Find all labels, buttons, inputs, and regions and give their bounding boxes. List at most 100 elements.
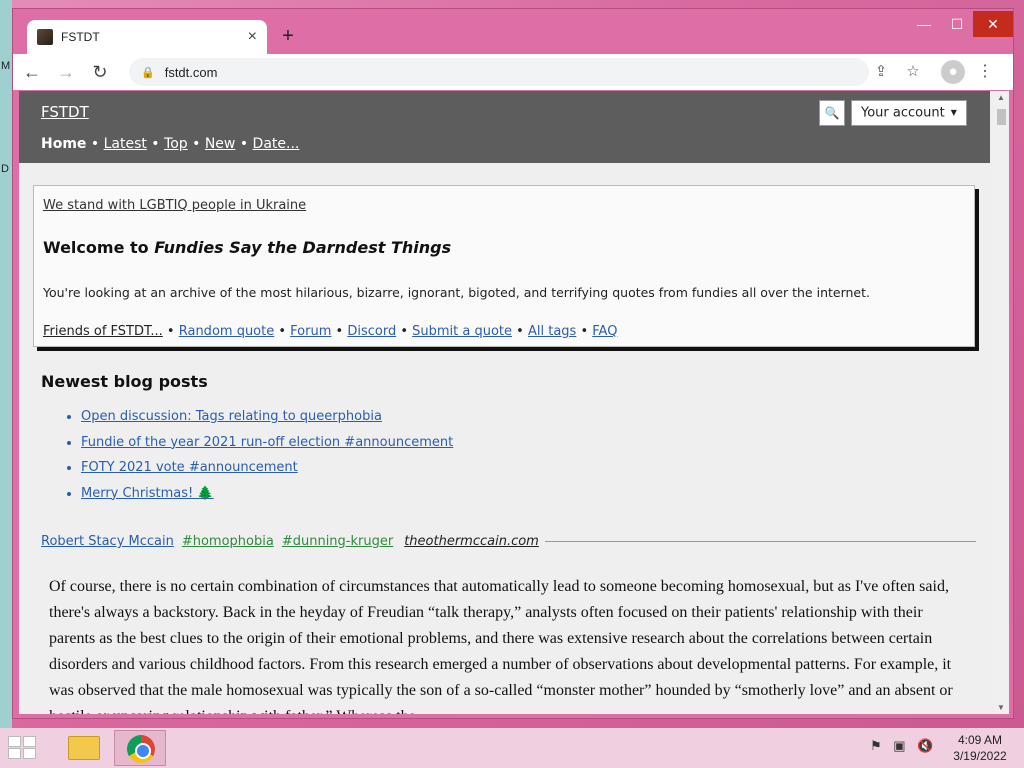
lock-icon[interactable]: 🔒 <box>141 66 155 79</box>
site-logo-link[interactable]: FSTDT <box>41 103 89 121</box>
welcome-title-site: Fundies Say the Darndest Things <box>154 238 452 257</box>
nav-separator: • <box>187 136 205 152</box>
quote-meta: Robert Stacy Mccain #homophobia #dunning… <box>41 534 976 549</box>
chrome-icon <box>127 735 155 763</box>
blog-post-link[interactable]: FOTY 2021 vote #announcement <box>81 460 298 475</box>
forward-button[interactable]: → <box>51 57 81 87</box>
nav-latest[interactable]: Latest <box>104 136 147 152</box>
browser-tab[interactable]: FSTDT × <box>27 20 267 54</box>
bookmark-star-icon[interactable]: ☆ <box>901 60 925 84</box>
network-icon[interactable]: ▣ <box>893 738 905 753</box>
quote-author-link[interactable]: Robert Stacy Mccain <box>41 534 174 549</box>
start-button[interactable] <box>8 736 38 760</box>
page-viewport: FSTDT Home • Latest • Top • New • Date..… <box>19 91 994 714</box>
maximize-button[interactable]: ☐ <box>941 11 973 37</box>
quote-body: Of course, there is no certain combinati… <box>49 578 953 714</box>
desktop-icon-label[interactable]: M <box>1 60 10 72</box>
blog-heading: Newest blog posts <box>41 372 208 391</box>
browser-toolbar: ← → ↻ 🔒 fstdt.com ⇪ ☆ ● ⋮ <box>13 54 1013 90</box>
list-item: Fundie of the year 2021 run-off election… <box>81 435 453 461</box>
clock-time: 4:09 AM <box>957 733 1003 747</box>
share-icon[interactable]: ⇪ <box>869 60 893 84</box>
scroll-up-icon[interactable]: ▲ <box>997 93 1005 102</box>
link-separator: • <box>396 324 413 339</box>
list-item: Merry Christmas! 🌲 <box>81 486 453 512</box>
welcome-title: Welcome to Fundies Say the Darndest Thin… <box>43 238 451 257</box>
favicon-icon <box>37 29 53 45</box>
scroll-thumb[interactable] <box>997 109 1006 125</box>
tag-link[interactable]: #homophobia <box>182 534 274 549</box>
site-header: FSTDT Home • Latest • Top • New • Date..… <box>19 91 990 163</box>
nav-date[interactable]: Date... <box>253 136 300 152</box>
link-separator: • <box>331 324 348 339</box>
link-separator: • <box>512 324 528 339</box>
tab-strip: FSTDT × + — ☐ ✕ <box>13 9 1013 54</box>
taskbar: ⚑ ▣ 🔇 4:09 AM 3/19/2022 <box>0 728 1024 768</box>
folder-icon <box>68 736 100 760</box>
account-dropdown[interactable]: Your account ▼ <box>851 100 967 126</box>
chrome-taskbar-button[interactable] <box>114 730 166 766</box>
blog-post-link[interactable]: Merry Christmas! 🌲 <box>81 486 214 501</box>
divider <box>544 541 976 542</box>
close-tab-icon[interactable]: × <box>248 28 257 46</box>
faq-link[interactable]: FAQ <box>592 324 617 339</box>
forum-link[interactable]: Forum <box>290 324 331 339</box>
search-icon: 🔍 <box>824 106 840 120</box>
close-window-button[interactable]: ✕ <box>973 11 1013 37</box>
list-item: FOTY 2021 vote #announcement <box>81 460 453 486</box>
welcome-links: Friends of FSTDT... • Random quote • For… <box>43 324 617 339</box>
welcome-panel: We stand with LGBTIQ people in Ukraine W… <box>33 185 975 347</box>
blog-post-list: Open discussion: Tags relating to queerp… <box>81 409 453 511</box>
tag-link[interactable]: #dunning-kruger <box>282 534 393 549</box>
file-explorer-taskbar-button[interactable] <box>58 730 110 766</box>
back-button[interactable]: ← <box>17 57 47 87</box>
link-separator: • <box>162 324 179 339</box>
minimize-button[interactable]: — <box>908 11 940 37</box>
new-tab-button[interactable]: + <box>275 23 301 49</box>
nav-separator: • <box>235 136 253 152</box>
random-quote-link[interactable]: Random quote <box>179 324 275 339</box>
reload-button[interactable]: ↻ <box>85 57 115 87</box>
submit-quote-link[interactable]: Submit a quote <box>412 324 512 339</box>
blog-post-link[interactable]: Open discussion: Tags relating to queerp… <box>81 409 382 424</box>
welcome-title-prefix: Welcome to <box>43 238 155 257</box>
all-tags-link[interactable]: All tags <box>528 324 576 339</box>
nav-separator: • <box>146 136 165 152</box>
quote-source-link[interactable]: theothermccain.com <box>404 534 539 549</box>
profile-avatar-icon[interactable]: ● <box>941 60 965 84</box>
link-separator: • <box>274 324 291 339</box>
address-bar[interactable]: 🔒 fstdt.com <box>129 58 869 86</box>
nav-new[interactable]: New <box>205 136 236 152</box>
blog-post-link[interactable]: Fundie of the year 2021 run-off election… <box>81 435 453 450</box>
windows-logo-icon <box>8 748 21 759</box>
friends-dropdown[interactable]: Friends of FSTDT... <box>43 324 163 339</box>
link-separator: • <box>576 324 593 339</box>
tab-title: FSTDT <box>61 30 100 44</box>
windows-logo-icon <box>23 736 36 747</box>
taskbar-clock[interactable]: 4:09 AM 3/19/2022 <box>950 732 1010 764</box>
volume-muted-icon[interactable]: 🔇 <box>917 738 933 753</box>
menu-dots-icon[interactable]: ⋮ <box>973 60 997 84</box>
windows-logo-icon <box>8 736 21 747</box>
account-label: Your account <box>861 105 945 121</box>
system-tray: ⚑ ▣ 🔇 <box>870 738 941 754</box>
clock-date: 3/19/2022 <box>953 749 1007 763</box>
nav-home[interactable]: Home <box>41 136 86 152</box>
site-nav: Home • Latest • Top • New • Date... <box>41 136 299 152</box>
caret-down-icon: ▼ <box>950 108 957 117</box>
desktop-icon-label[interactable]: D <box>1 163 9 175</box>
windows-logo-icon <box>23 748 36 759</box>
search-button[interactable]: 🔍 <box>819 100 845 126</box>
ukraine-link[interactable]: We stand with LGBTIQ people in Ukraine <box>43 198 306 213</box>
nav-top[interactable]: Top <box>164 136 188 152</box>
welcome-description: You're looking at an archive of the most… <box>43 285 870 300</box>
url-text: fstdt.com <box>164 64 218 80</box>
action-center-flag-icon[interactable]: ⚑ <box>870 738 882 753</box>
scroll-down-icon[interactable]: ▼ <box>997 703 1005 712</box>
list-item: Open discussion: Tags relating to queerp… <box>81 409 453 435</box>
discord-link[interactable]: Discord <box>347 324 396 339</box>
desktop-edge <box>0 0 12 728</box>
nav-separator: • <box>86 136 104 152</box>
vertical-scrollbar[interactable]: ▲ ▼ <box>994 91 1009 714</box>
browser-window: FSTDT × + — ☐ ✕ ← → ↻ 🔒 fstdt.com ⇪ ☆ ● … <box>12 8 1014 719</box>
